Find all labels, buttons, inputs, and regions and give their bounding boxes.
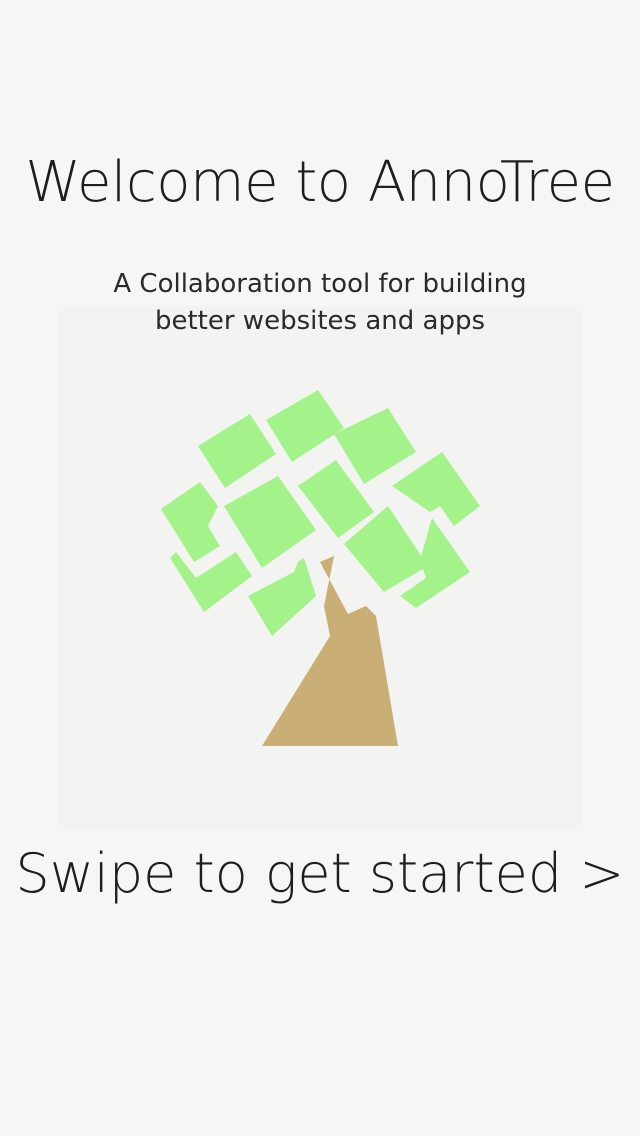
leaf	[334, 408, 416, 484]
leaf	[248, 558, 316, 636]
subtitle-line-1: A Collaboration tool for building	[113, 269, 527, 299]
leaf	[266, 390, 344, 462]
leaf	[170, 552, 252, 612]
swipe-to-start-prompt[interactable]: Swipe to get started >	[0, 842, 640, 905]
logo-panel	[58, 306, 582, 830]
subtitle: A Collaboration tool for building better…	[0, 266, 640, 340]
welcome-screen[interactable]: Welcome to AnnoTree A Collaboration tool	[0, 0, 640, 1136]
leaf	[198, 414, 276, 488]
leaf	[392, 452, 480, 526]
page-title: Welcome to AnnoTree	[25, 150, 615, 215]
annotree-logo-icon	[161, 390, 480, 746]
subtitle-line-2: better websites and apps	[154, 306, 486, 336]
tree-leaves	[161, 390, 480, 636]
leaf	[161, 482, 220, 562]
